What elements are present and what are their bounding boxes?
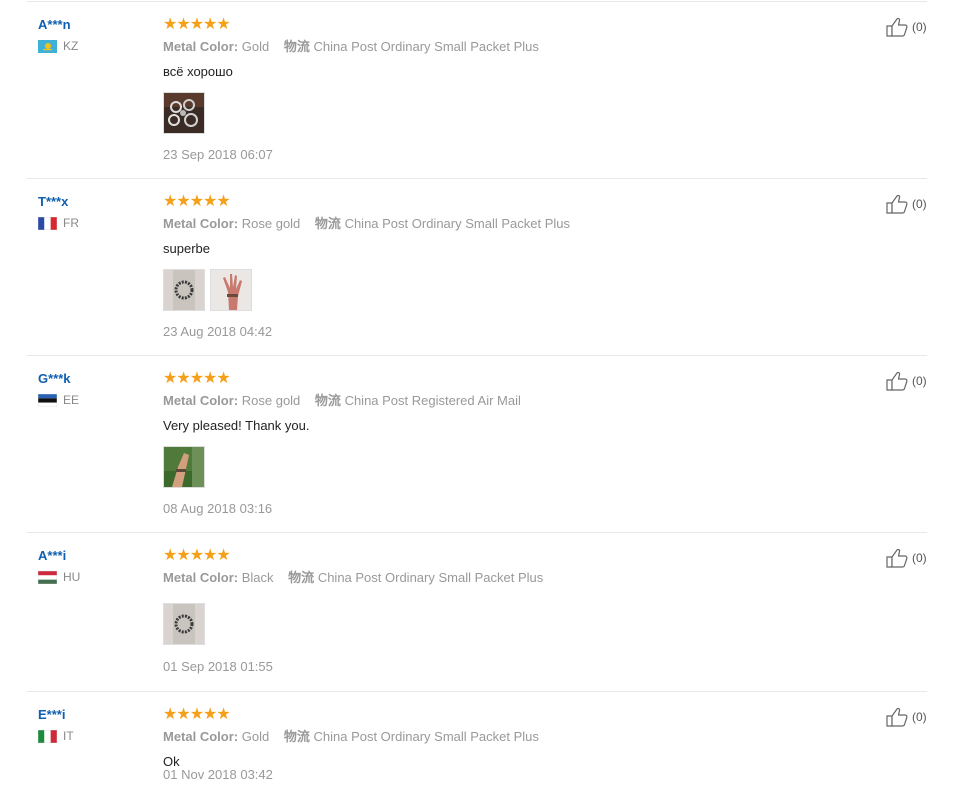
star-rating: ★★★★★ (163, 370, 231, 387)
review-content: ★★★★★ Metal Color: Gold 物流 China Post Or… (163, 706, 803, 771)
metal-color-value: Gold (241, 729, 270, 744)
review-date: 23 Aug 2018 04:42 (163, 324, 273, 339)
buyer-photo-hand[interactable] (210, 269, 252, 311)
reviewer-country: FR (37, 214, 158, 232)
review-date: 01 Sep 2018 01:55 (163, 659, 273, 674)
country-flag-icon (38, 39, 57, 53)
review-text: Very pleased! Thank you. (163, 418, 310, 433)
star-rating: ★★★★★ (163, 193, 231, 210)
buyer-photo-wrist[interactable] (163, 446, 205, 488)
metal-color-value: Black (241, 570, 274, 585)
reviewer-country: KZ (38, 37, 158, 55)
country-flag-icon (37, 570, 58, 584)
review-text: всё хорошо (163, 64, 233, 79)
review-attributes: Metal Color: Rose gold 物流 China Post Ord… (163, 215, 803, 233)
country-flag-icon (37, 216, 58, 230)
thumbs-up-icon (886, 17, 908, 37)
logistics-label: 物流 (314, 393, 341, 408)
logistics-value: China Post Ordinary Small Packet Plus (344, 216, 570, 231)
reviewer-country: HU (37, 568, 158, 586)
logistics-label: 物流 (283, 39, 310, 54)
reviewer-info: E***i IT (37, 706, 158, 745)
helpful-button[interactable]: (0) (886, 194, 927, 214)
helpful-count: (0) (912, 197, 927, 211)
logistics-value: China Post Ordinary Small Packet Plus (313, 729, 539, 744)
metal-color-value: Rose gold (241, 393, 301, 408)
review-item: A***n KZ ★★★★★ Metal Color: Gold 物流 Chin… (27, 2, 927, 179)
review-attributes: Metal Color: Gold 物流 China Post Ordinary… (163, 728, 803, 746)
review-attributes: Metal Color: Gold 物流 China Post Ordinary… (163, 38, 803, 56)
reviewer-info: G***k EE (37, 370, 158, 409)
buyer-photo-bracelet[interactable] (163, 269, 205, 311)
star-rating: ★★★★★ (163, 706, 231, 723)
logistics-value: China Post Ordinary Small Packet Plus (317, 570, 544, 585)
reviewer-country: IT (37, 727, 158, 745)
reviewer-name: T***x (38, 194, 69, 209)
reviewer-country: EE (37, 391, 158, 409)
helpful-count: (0) (912, 710, 927, 724)
metal-color-label: Metal Color: (163, 393, 239, 408)
review-attributes: Metal Color: Black 物流 China Post Ordinar… (163, 569, 803, 587)
reviewer-info: A***n KZ (38, 16, 158, 55)
logistics-value: China Post Registered Air Mail (344, 393, 521, 408)
country-flag-icon (37, 729, 58, 743)
metal-color-value: Rose gold (241, 216, 301, 231)
metal-color-value: Gold (241, 39, 270, 54)
review-content: ★★★★★ Metal Color: Gold 物流 China Post Or… (163, 16, 803, 134)
metal-color-label: Metal Color: (163, 39, 239, 54)
logistics-label: 物流 (288, 570, 315, 585)
review-photos (163, 446, 803, 488)
reviewer-name: A***i (38, 548, 67, 563)
thumbs-up-icon (886, 707, 908, 727)
thumbs-up-icon (886, 548, 908, 568)
review-content: ★★★★★ Metal Color: Rose gold 物流 China Po… (163, 193, 803, 311)
thumbs-up-icon (886, 371, 908, 391)
thumbs-up-icon (886, 194, 908, 214)
helpful-count: (0) (912, 20, 927, 34)
logistics-label: 物流 (283, 729, 310, 744)
star-rating: ★★★★★ (163, 16, 231, 33)
buyer-photo-bracelet[interactable] (163, 603, 205, 645)
country-code: IT (63, 729, 74, 743)
review-item: E***i IT ★★★★★ Metal Color: Gold 物流 Chin… (27, 692, 927, 802)
helpful-button[interactable]: (0) (886, 707, 927, 727)
review-item: T***x FR ★★★★★ Metal Color: Rose gold 物流… (27, 179, 927, 356)
helpful-button[interactable]: (0) (886, 548, 927, 568)
country-code: HU (63, 570, 81, 584)
review-date: 08 Aug 2018 03:16 (163, 501, 273, 516)
metal-color-label: Metal Color: (163, 570, 239, 585)
review-date: 01 Nov 2018 03:42 (163, 767, 273, 782)
helpful-count: (0) (912, 551, 927, 565)
country-code: KZ (63, 39, 79, 53)
review-date: 23 Sep 2018 06:07 (163, 147, 273, 162)
logistics-value: China Post Ordinary Small Packet Plus (313, 39, 539, 54)
reviewer-info: A***i HU (37, 547, 158, 586)
metal-color-label: Metal Color: (163, 729, 239, 744)
reviewer-name: G***k (38, 371, 71, 386)
country-code: FR (63, 216, 79, 230)
helpful-button[interactable]: (0) (886, 371, 927, 391)
reviewer-info: T***x FR (37, 193, 158, 232)
helpful-button[interactable]: (0) (886, 17, 927, 37)
logistics-label: 物流 (314, 216, 341, 231)
star-rating: ★★★★★ (163, 547, 231, 564)
buyer-photo-bracelets[interactable] (163, 92, 205, 134)
review-content: ★★★★★ Metal Color: Black 物流 China Post O… (163, 547, 803, 645)
reviewer-name: A***n (38, 17, 71, 32)
helpful-count: (0) (912, 374, 927, 388)
review-photos (163, 92, 803, 134)
review-attributes: Metal Color: Rose gold 物流 China Post Reg… (163, 392, 803, 410)
reviewer-name: E***i (38, 707, 66, 722)
country-code: EE (63, 393, 80, 407)
review-photos (163, 603, 803, 645)
country-flag-icon (37, 393, 58, 407)
metal-color-label: Metal Color: (163, 216, 239, 231)
review-item: G***k EE ★★★★★ Metal Color: Rose gold 物流… (27, 356, 927, 533)
review-item: A***i HU ★★★★★ Metal Color: Black 物流 Chi… (27, 533, 927, 692)
review-photos (163, 269, 803, 311)
review-content: ★★★★★ Metal Color: Rose gold 物流 China Po… (163, 370, 803, 488)
review-text: superbe (163, 241, 210, 256)
